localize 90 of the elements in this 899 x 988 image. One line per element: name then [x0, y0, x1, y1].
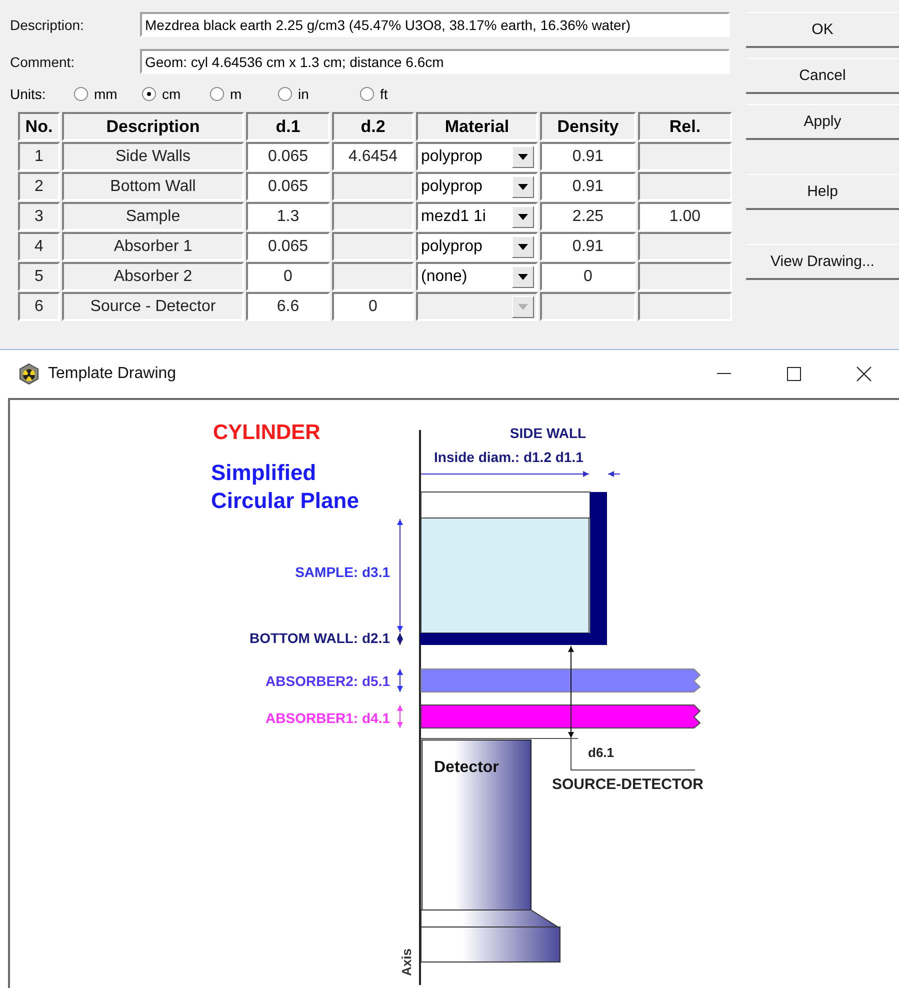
table-cell[interactable]: 0	[332, 292, 414, 321]
column-header: Rel.	[638, 112, 732, 141]
inside-diameter-label: Inside diam.: d1.2 d1.1	[434, 449, 584, 465]
table-cell[interactable]	[638, 232, 732, 261]
absorber2-dimension	[397, 668, 403, 692]
table-cell[interactable]	[638, 262, 732, 291]
axis-label: Axis	[399, 948, 414, 976]
absorber1-dimension	[397, 704, 403, 728]
app-icon	[18, 363, 40, 385]
table-cell[interactable]: 0.91	[540, 142, 636, 171]
dialog-button[interactable]: Cancel	[746, 58, 899, 94]
absorber1-label: ABSORBER1: d4.1	[266, 710, 390, 726]
description-label: Description:	[10, 16, 85, 32]
radio-circle[interactable]	[74, 87, 88, 101]
unit-radio[interactable]: ft	[360, 86, 400, 102]
column-header: Material	[416, 112, 538, 141]
wall-thickness-arrow	[608, 471, 620, 477]
table-cell: Side Walls	[62, 142, 244, 171]
table-cell: 5	[18, 262, 60, 291]
table-cell[interactable]: 0.91	[540, 172, 636, 201]
table-cell: 6	[18, 292, 60, 321]
table-cell[interactable]	[540, 292, 636, 321]
radio-circle[interactable]	[360, 87, 374, 101]
window-title: Template Drawing	[48, 365, 178, 383]
material-dropdown[interactable]: (none)	[416, 262, 538, 291]
column-header: d.1	[246, 112, 330, 141]
column-header: Description	[62, 112, 244, 141]
column-header: Density	[540, 112, 636, 141]
table-cell: 4	[18, 232, 60, 261]
table-cell[interactable]	[332, 232, 414, 261]
dialog-button[interactable]: Apply	[746, 104, 899, 140]
side-wall-label: SIDE WALL	[510, 425, 586, 441]
table-cell: Sample	[62, 202, 244, 231]
dialog-button[interactable]: Help	[746, 174, 899, 210]
table-cell[interactable]	[638, 292, 732, 321]
table-cell[interactable]	[332, 262, 414, 291]
unit-radio[interactable]: m	[210, 86, 278, 102]
table-cell[interactable]: 1.3	[246, 202, 330, 231]
table-cell[interactable]: 0.065	[246, 232, 330, 261]
comment-label: Comment:	[10, 54, 76, 70]
dialog-button[interactable]: OK	[746, 12, 899, 48]
description-field[interactable]: Mezdrea black earth 2.25 g/cm3 (45.47% U3O8, 38.17% earth, 16.36% water)	[140, 12, 730, 37]
material-dropdown[interactable]: polyprop	[416, 142, 538, 171]
sample-label: SAMPLE: d3.1	[295, 564, 390, 580]
table-cell: Source - Detector	[62, 292, 244, 321]
units-label: Units:	[10, 86, 47, 102]
material-dropdown[interactable]: polyprop	[416, 172, 538, 201]
source-detector-label: SOURCE-DETECTOR	[552, 776, 704, 793]
table-cell[interactable]: 2.25	[540, 202, 636, 231]
radio-circle[interactable]	[142, 87, 156, 101]
table-cell: 3	[18, 202, 60, 231]
close-icon[interactable]	[856, 366, 872, 382]
maximize-icon[interactable]	[787, 367, 801, 381]
unit-radio[interactable]: in	[278, 86, 360, 102]
drawing-title: CYLINDER	[213, 421, 320, 444]
table-cell[interactable]	[332, 172, 414, 201]
table-cell[interactable]: 0.065	[246, 172, 330, 201]
radio-circle[interactable]	[278, 87, 292, 101]
table-cell: 2	[18, 172, 60, 201]
drawing-subtitle: Simplified	[211, 460, 316, 485]
absorber2-label: ABSORBER2: d5.1	[266, 673, 390, 689]
bottom-wall-label: BOTTOM WALL: d2.1	[249, 630, 390, 646]
table-cell[interactable]: 0.065	[246, 142, 330, 171]
table-cell: Bottom Wall	[62, 172, 244, 201]
table-cell: Absorber 2	[62, 262, 244, 291]
material-dropdown[interactable]: polyprop	[416, 232, 538, 261]
table-cell: Absorber 1	[62, 232, 244, 261]
dialog-button[interactable]: View Drawing...	[746, 244, 899, 280]
bottom-wall-dimension	[397, 632, 403, 646]
drawing-subtitle: Circular Plane	[211, 488, 359, 513]
comment-field[interactable]: Geom: cyl 4.64536 cm x 1.3 cm; distance 6.6cm	[140, 49, 730, 74]
table-cell[interactable]: 0	[246, 262, 330, 291]
radio-circle[interactable]	[210, 87, 224, 101]
table-cell[interactable]: 0.91	[540, 232, 636, 261]
detector-label: Detector	[434, 759, 499, 776]
table-cell[interactable]: 6.6	[246, 292, 330, 321]
table-cell: 1	[18, 142, 60, 171]
unit-radio[interactable]: mm	[74, 86, 142, 102]
table-cell[interactable]	[638, 172, 732, 201]
minimize-icon[interactable]	[717, 373, 731, 375]
table-cell[interactable]: 1.00	[638, 202, 732, 231]
column-header: d.2	[332, 112, 414, 141]
table-cell[interactable]	[638, 142, 732, 171]
material-dropdown[interactable]: mezd1 1i	[416, 202, 538, 231]
distance-label: d6.1	[588, 745, 614, 760]
column-header: No.	[18, 112, 60, 141]
unit-radio[interactable]: cm	[142, 86, 210, 102]
table-cell[interactable]: 0	[540, 262, 636, 291]
table-cell[interactable]	[332, 202, 414, 231]
table-cell[interactable]: 4.6454	[332, 142, 414, 171]
